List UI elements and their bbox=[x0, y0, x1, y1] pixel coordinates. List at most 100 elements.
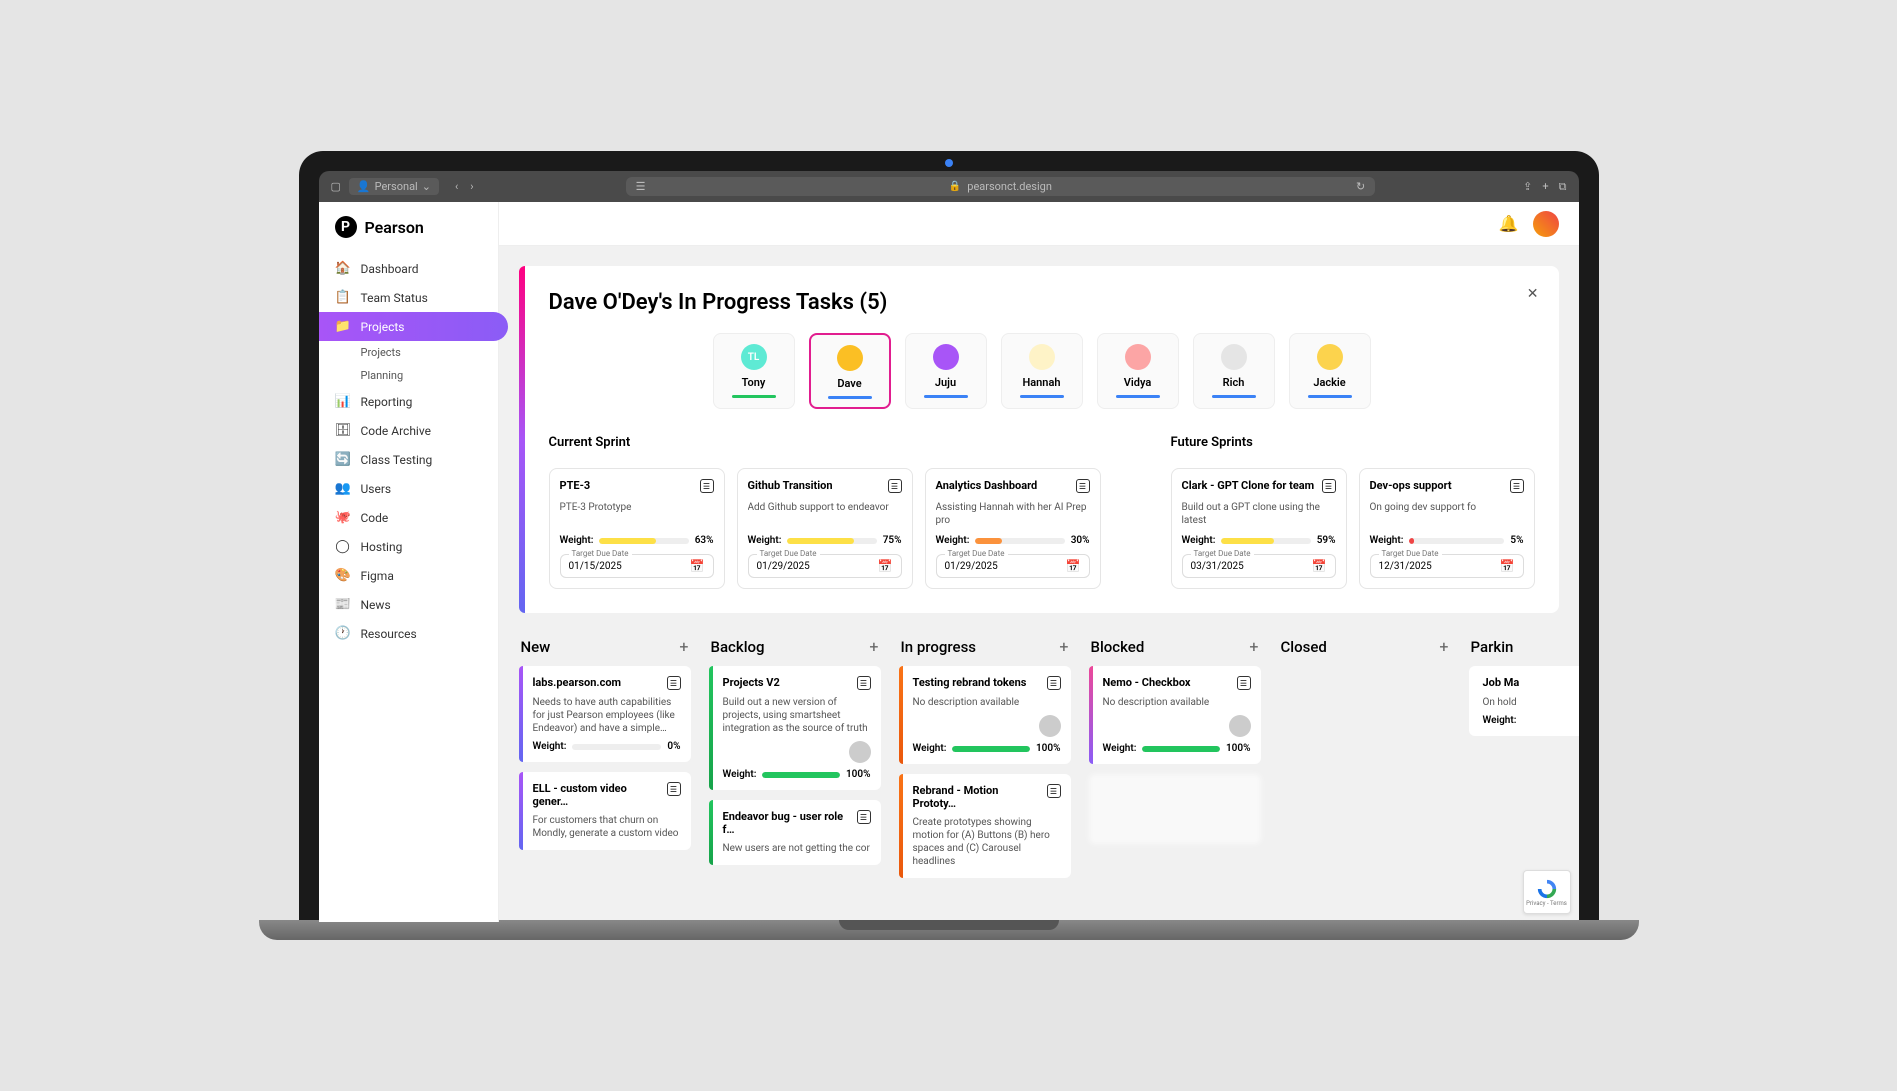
close-icon[interactable]: ✕ bbox=[1527, 286, 1539, 302]
kanban-card-icon[interactable]: ☰ bbox=[1076, 479, 1090, 493]
calendar-icon[interactable]: 📅 bbox=[1066, 559, 1081, 573]
target-date-field[interactable]: Target Due Date 01/29/2025 📅 bbox=[936, 554, 1090, 578]
reader-icon[interactable]: ☰ bbox=[636, 180, 646, 193]
profile-dropdown[interactable]: 👤 Personal ⌄ bbox=[349, 178, 439, 195]
person-card-jackie[interactable]: Jackie bbox=[1289, 333, 1371, 409]
sidebar-item-class-testing[interactable]: 🔄Class Testing bbox=[319, 445, 498, 474]
nav-forward-button[interactable]: › bbox=[466, 178, 477, 195]
person-progress bbox=[924, 395, 968, 398]
calendar-icon[interactable]: 📅 bbox=[878, 559, 893, 573]
nav-icon: 📊 bbox=[335, 394, 351, 409]
kanban-card-icon[interactable]: ☰ bbox=[667, 782, 681, 796]
sidebar-item-code-archive[interactable]: 🗄Code Archive bbox=[319, 416, 498, 445]
sidebar-item-users[interactable]: 👥Users bbox=[319, 474, 498, 503]
nav-label: Code bbox=[361, 511, 389, 525]
kanban-card-icon[interactable]: ☰ bbox=[700, 479, 714, 493]
sidebar-subitem-planning[interactable]: Planning bbox=[319, 364, 498, 387]
tabs-icon[interactable]: ⧉ bbox=[1559, 180, 1567, 194]
target-date-field[interactable]: Target Due Date 01/29/2025 📅 bbox=[748, 554, 902, 578]
calendar-icon[interactable]: 📅 bbox=[1500, 559, 1515, 573]
calendar-icon[interactable]: 📅 bbox=[690, 559, 705, 573]
sidebar-item-dashboard[interactable]: 🏠Dashboard bbox=[319, 254, 498, 283]
weight-bar bbox=[1142, 746, 1220, 752]
kanban-card-icon[interactable]: ☰ bbox=[1510, 479, 1524, 493]
browser-chrome: ▢ 👤 Personal ⌄ ‹ › ☰ 🔒 pearsonct.design … bbox=[319, 171, 1579, 202]
new-tab-icon[interactable]: + bbox=[1542, 180, 1548, 194]
add-card-button[interactable]: + bbox=[1059, 637, 1068, 656]
date-value: 01/29/2025 bbox=[757, 561, 810, 572]
weight-bar bbox=[1221, 538, 1310, 544]
person-card-dave[interactable]: Dave bbox=[809, 333, 891, 409]
task-card[interactable]: PTE-3 ☰ PTE-3 Prototype Weight: 63% Targ… bbox=[549, 468, 725, 589]
sidebar-item-resources[interactable]: 🕐Resources bbox=[319, 619, 498, 648]
person-card-tony[interactable]: TL Tony bbox=[713, 333, 795, 409]
sidebar-item-reporting[interactable]: 📊Reporting bbox=[319, 387, 498, 416]
kanban-card-icon[interactable]: ☰ bbox=[857, 676, 871, 690]
nav-back-button[interactable]: ‹ bbox=[451, 178, 462, 195]
weight-pct: 5% bbox=[1510, 535, 1523, 546]
recaptcha-badge[interactable]: Privacy - Terms bbox=[1523, 870, 1571, 914]
sidebar-item-team-status[interactable]: 📋Team Status bbox=[319, 283, 498, 312]
avatar bbox=[1029, 344, 1055, 370]
target-date-field[interactable]: Target Due Date 12/31/2025 📅 bbox=[1370, 554, 1524, 578]
task-title: Github Transition bbox=[748, 479, 833, 492]
kanban-card-icon[interactable]: ☰ bbox=[667, 676, 681, 690]
person-progress bbox=[1212, 395, 1256, 398]
target-date-field[interactable]: Target Due Date 03/31/2025 📅 bbox=[1182, 554, 1336, 578]
task-title: Analytics Dashboard bbox=[936, 479, 1038, 492]
weight-label: Weight: bbox=[560, 535, 594, 546]
add-card-button[interactable]: + bbox=[679, 637, 688, 656]
kanban-card[interactable]: .kanban-card[style*="linear-gradient(180… bbox=[899, 774, 1071, 878]
kanban-card[interactable]: .kanban-card[style*="linear-gradient(180… bbox=[709, 666, 881, 790]
sidebar-subitem-projects[interactable]: Projects bbox=[319, 341, 498, 364]
card-desc: Needs to have auth capabilities for just… bbox=[533, 696, 681, 735]
nav-label: Resources bbox=[361, 627, 417, 641]
person-card-hannah[interactable]: Hannah bbox=[1001, 333, 1083, 409]
task-card[interactable]: Analytics Dashboard ☰ Assisting Hannah w… bbox=[925, 468, 1101, 589]
person-card-rich[interactable]: Rich bbox=[1193, 333, 1275, 409]
url-bar[interactable]: ☰ 🔒 pearsonct.design ↻ bbox=[626, 177, 1376, 196]
nav-icon: 🐙 bbox=[335, 510, 351, 525]
sidebar-item-news[interactable]: 📰News bbox=[319, 590, 498, 619]
add-card-button[interactable]: + bbox=[869, 637, 878, 656]
add-card-button[interactable]: + bbox=[1439, 637, 1448, 656]
sidebar-item-code[interactable]: 🐙 Code bbox=[319, 503, 498, 532]
add-card-button[interactable]: + bbox=[1249, 637, 1258, 656]
kanban-card[interactable]: .kanban-card[style*="linear-gradient(180… bbox=[899, 666, 1071, 764]
refresh-icon[interactable]: ↻ bbox=[1356, 180, 1365, 193]
share-icon[interactable]: ⇪ bbox=[1523, 180, 1532, 194]
kanban-card[interactable]: .kanban-card[style*="linear-gradient(180… bbox=[1089, 666, 1261, 764]
kanban-card-icon[interactable]: ☰ bbox=[888, 479, 902, 493]
sidebar-item-projects[interactable]: 📁Projects bbox=[319, 312, 508, 341]
person-card-juju[interactable]: Juju bbox=[905, 333, 987, 409]
notifications-icon[interactable]: 🔔 bbox=[1499, 214, 1519, 233]
kanban-card-icon[interactable]: ☰ bbox=[857, 810, 871, 824]
task-card[interactable]: Github Transition ☰ Add Github support t… bbox=[737, 468, 913, 589]
weight-bar bbox=[599, 538, 688, 544]
brand-logo[interactable]: P Pearson bbox=[319, 216, 498, 252]
nav-icon: 🎨 bbox=[335, 568, 351, 583]
sidebar-toggle-icon[interactable]: ▢ bbox=[331, 180, 341, 193]
kanban-card[interactable]: .kanban-card[style*="linear-gradient(180… bbox=[519, 666, 691, 762]
kanban-card[interactable]: .kanban-card[style*="undefined"]::before… bbox=[1469, 666, 1579, 736]
weight-pct: 100% bbox=[846, 769, 871, 780]
task-card[interactable]: Clark - GPT Clone for team ☰ Build out a… bbox=[1171, 468, 1347, 589]
calendar-icon[interactable]: 📅 bbox=[1312, 559, 1327, 573]
task-card[interactable]: Dev-ops support ☰ On going dev support f… bbox=[1359, 468, 1535, 589]
person-card-vidya[interactable]: Vidya bbox=[1097, 333, 1179, 409]
person-progress bbox=[1020, 395, 1064, 398]
kanban-card[interactable]: .kanban-card[style*="linear-gradient(180… bbox=[519, 772, 691, 850]
kanban-card-icon[interactable]: ☰ bbox=[1322, 479, 1336, 493]
kanban-card-icon[interactable]: ☰ bbox=[1237, 676, 1251, 690]
nav-icon: 🔄 bbox=[335, 452, 351, 467]
kanban-card-icon[interactable]: ☰ bbox=[1047, 784, 1061, 798]
user-avatar[interactable] bbox=[1533, 211, 1559, 237]
sidebar-item-hosting[interactable]: ◯Hosting bbox=[319, 532, 498, 561]
nav-label: Figma bbox=[361, 569, 394, 583]
target-date-field[interactable]: Target Due Date 01/15/2025 📅 bbox=[560, 554, 714, 578]
sidebar-item-figma[interactable]: 🎨 Figma bbox=[319, 561, 498, 590]
person-name: Tony bbox=[742, 376, 766, 389]
card-desc: No description available bbox=[1103, 696, 1251, 709]
kanban-card-icon[interactable]: ☰ bbox=[1047, 676, 1061, 690]
kanban-card[interactable]: .kanban-card[style*="linear-gradient(180… bbox=[709, 800, 881, 865]
